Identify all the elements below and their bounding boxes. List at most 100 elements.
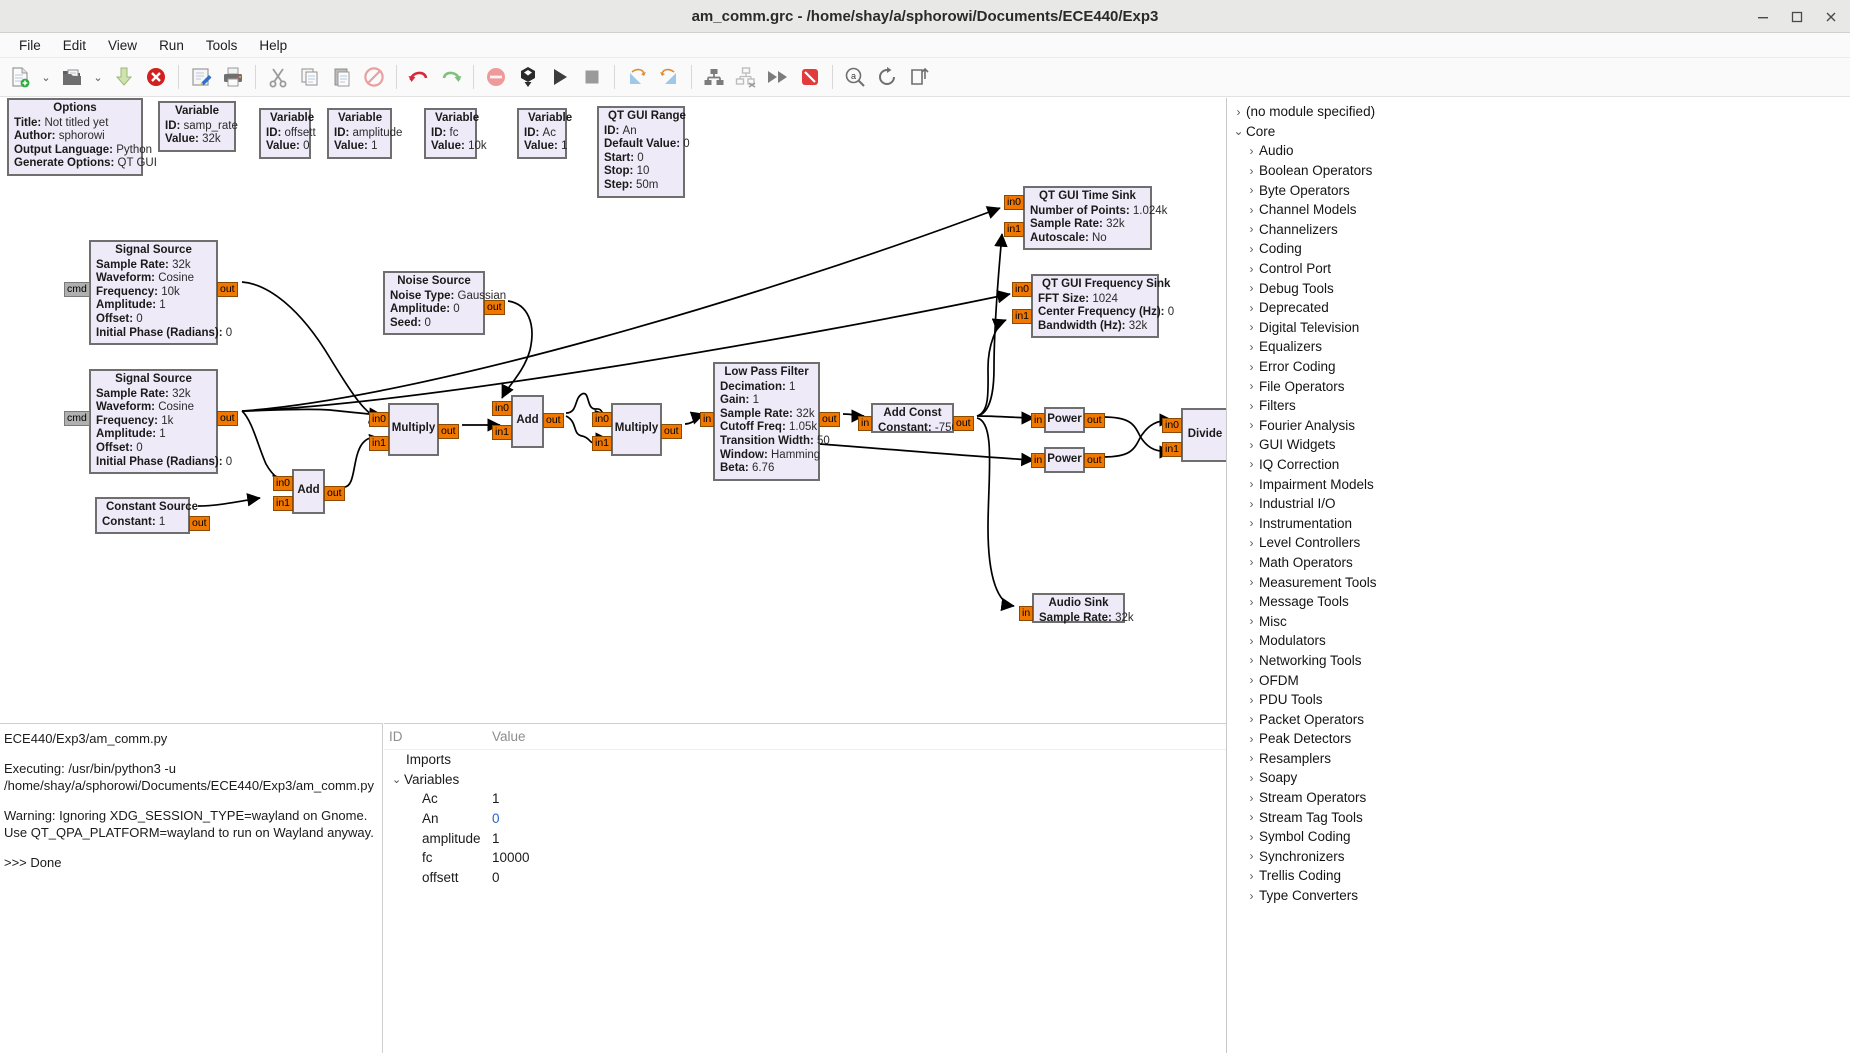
scissors-icon[interactable] xyxy=(262,61,294,93)
block-variable-offsett[interactable]: Variable ID: offsett Value: 0 xyxy=(259,108,316,159)
block-variable-ac[interactable]: Variable ID: Ac Value: 1 xyxy=(517,108,572,159)
library-category-gui-widgets[interactable]: › GUI Widgets xyxy=(1227,435,1850,455)
chevron-right-icon[interactable]: › xyxy=(1244,673,1259,687)
port-in1[interactable]: in1 xyxy=(1004,222,1025,237)
port-in1[interactable]: in1 xyxy=(1162,442,1183,457)
library-category-ofdm[interactable]: › OFDM xyxy=(1227,670,1850,690)
block-qt-gui-frequency-sink[interactable]: QT GUI Frequency Sink FFT Size: 1024 Cente… xyxy=(1031,274,1174,339)
chevron-right-icon[interactable]: › xyxy=(1231,105,1246,119)
open-folder-icon[interactable] xyxy=(56,61,88,93)
port-in[interactable]: in xyxy=(1019,606,1034,621)
redo-arrow-icon[interactable] xyxy=(435,61,467,93)
console-panel[interactable]: ECE440/Exp3/am_comm.py Executing: /usr/b… xyxy=(0,723,383,1053)
port-in1[interactable]: in1 xyxy=(1012,309,1033,324)
port-out[interactable]: out xyxy=(543,413,564,428)
block-add-noise[interactable]: Add xyxy=(511,395,544,448)
new-file-icon[interactable] xyxy=(4,61,36,93)
port-in1[interactable]: in1 xyxy=(592,436,613,451)
port-out[interactable]: out xyxy=(1084,413,1105,428)
close-icon[interactable] xyxy=(1820,6,1842,28)
chevron-down-icon[interactable]: ⌄ xyxy=(88,61,108,93)
port-in1[interactable]: in1 xyxy=(273,496,294,511)
chevron-right-icon[interactable]: › xyxy=(1244,340,1259,354)
block-variable-amplitude[interactable]: Variable ID: amplitude Value: 1 xyxy=(327,108,402,159)
fast-forward-icon[interactable] xyxy=(762,61,794,93)
port-out[interactable]: out xyxy=(217,411,238,426)
library-category-soapy[interactable]: › Soapy xyxy=(1227,768,1850,788)
library-category-misc[interactable]: › Misc xyxy=(1227,611,1850,631)
chevron-right-icon[interactable]: › xyxy=(1244,242,1259,256)
rotate-left-icon[interactable] xyxy=(621,61,653,93)
chevron-right-icon[interactable]: › xyxy=(1244,693,1259,707)
chevron-right-icon[interactable]: › xyxy=(1244,889,1259,903)
chevron-right-icon[interactable]: › xyxy=(1244,262,1259,276)
library-category-channelizers[interactable]: › Channelizers xyxy=(1227,220,1850,240)
chevron-right-icon[interactable]: › xyxy=(1244,144,1259,158)
library-category-iq-correction[interactable]: › IQ Correction xyxy=(1227,455,1850,475)
minus-circle-icon[interactable] xyxy=(480,61,512,93)
library-category-error-coding[interactable]: › Error Coding xyxy=(1227,357,1850,377)
chevron-down-icon[interactable]: ⌄ xyxy=(1231,124,1246,138)
menu-run[interactable]: Run xyxy=(148,36,195,55)
block-signal-source-carrier[interactable]: Signal Source Sample Rate: 32k Waveform: C… xyxy=(89,240,232,346)
library-category-filters[interactable]: › Filters xyxy=(1227,396,1850,416)
block-audio-sink[interactable]: Audio Sink Sample Rate: 32k xyxy=(1032,593,1134,624)
block-options[interactable]: Options Title: Not titled yet Author: spho… xyxy=(7,98,157,176)
menu-edit[interactable]: Edit xyxy=(52,36,97,55)
block-low-pass-filter[interactable]: Low Pass Filter Decimation: 1 Gain: 1 Sampl… xyxy=(713,362,830,481)
port-in[interactable]: in xyxy=(700,412,715,427)
library-category-coding[interactable]: › Coding xyxy=(1227,239,1850,259)
chevron-right-icon[interactable]: › xyxy=(1244,830,1259,844)
maximize-icon[interactable] xyxy=(1786,6,1808,28)
chevron-right-icon[interactable]: › xyxy=(1244,732,1259,746)
library-category-modulators[interactable]: › Modulators xyxy=(1227,631,1850,651)
port-in1[interactable]: in1 xyxy=(492,425,513,440)
chevron-right-icon[interactable]: › xyxy=(1244,379,1259,393)
library-category-pdu-tools[interactable]: › PDU Tools xyxy=(1227,690,1850,710)
variable-value[interactable]: 1 xyxy=(492,831,500,846)
chevron-right-icon[interactable]: › xyxy=(1244,575,1259,589)
variable-value[interactable]: 0 xyxy=(492,870,500,885)
play-icon[interactable] xyxy=(544,61,576,93)
library-category-type-converters[interactable]: › Type Converters xyxy=(1227,886,1850,906)
reload-circle-icon[interactable] xyxy=(871,61,903,93)
port-in0[interactable]: in0 xyxy=(1004,195,1025,210)
library-category-industrial-i-o[interactable]: › Industrial I/O xyxy=(1227,494,1850,514)
disabled-red-icon[interactable] xyxy=(794,61,826,93)
port-out[interactable]: out xyxy=(819,412,840,427)
chevron-down-icon[interactable]: ⌄ xyxy=(392,773,404,786)
enable-block-icon[interactable] xyxy=(698,61,730,93)
rotate-right-icon[interactable] xyxy=(653,61,685,93)
chevron-right-icon[interactable]: › xyxy=(1244,418,1259,432)
port-in0[interactable]: in0 xyxy=(1012,282,1033,297)
chevron-right-icon[interactable]: › xyxy=(1244,536,1259,550)
chevron-right-icon[interactable]: › xyxy=(1244,810,1259,824)
save-down-arrow-icon[interactable] xyxy=(108,61,140,93)
port-out[interactable]: out xyxy=(324,486,345,501)
block-add-const[interactable]: Add Const Constant: -750m xyxy=(871,403,967,434)
chevron-right-icon[interactable]: › xyxy=(1244,634,1259,648)
close-circle-icon[interactable] xyxy=(140,61,172,93)
chevron-right-icon[interactable]: › xyxy=(1244,164,1259,178)
port-in-cmd[interactable]: cmd xyxy=(64,411,90,426)
chevron-right-icon[interactable]: › xyxy=(1244,477,1259,491)
chevron-down-icon[interactable]: ⌄ xyxy=(36,61,56,93)
menu-help[interactable]: Help xyxy=(248,36,298,55)
chevron-right-icon[interactable]: › xyxy=(1244,869,1259,883)
library-category-deprecated[interactable]: › Deprecated xyxy=(1227,298,1850,318)
chevron-right-icon[interactable]: › xyxy=(1244,771,1259,785)
port-out[interactable]: out xyxy=(217,282,238,297)
block-variable-samp-rate[interactable]: Variable ID: samp_rate Value: 32k xyxy=(158,101,238,152)
port-in0[interactable]: in0 xyxy=(1162,418,1183,433)
port-out[interactable]: out xyxy=(189,516,210,531)
block-library-tree[interactable]: › (no module specified) ⌄ Core › Audio › Boolea… xyxy=(1226,98,1850,1053)
block-constant-source[interactable]: Constant Source Constant: 1 xyxy=(95,497,198,535)
library-category-packet-operators[interactable]: › Packet Operators xyxy=(1227,709,1850,729)
library-category-digital-television[interactable]: › Digital Television xyxy=(1227,318,1850,338)
block-multiply-1[interactable]: Multiply xyxy=(388,403,439,456)
library-category-equalizers[interactable]: › Equalizers xyxy=(1227,337,1850,357)
port-in0[interactable]: in0 xyxy=(592,412,613,427)
port-out[interactable]: out xyxy=(484,300,505,315)
library-category-fourier-analysis[interactable]: › Fourier Analysis xyxy=(1227,416,1850,436)
port-in[interactable]: in xyxy=(858,416,873,431)
